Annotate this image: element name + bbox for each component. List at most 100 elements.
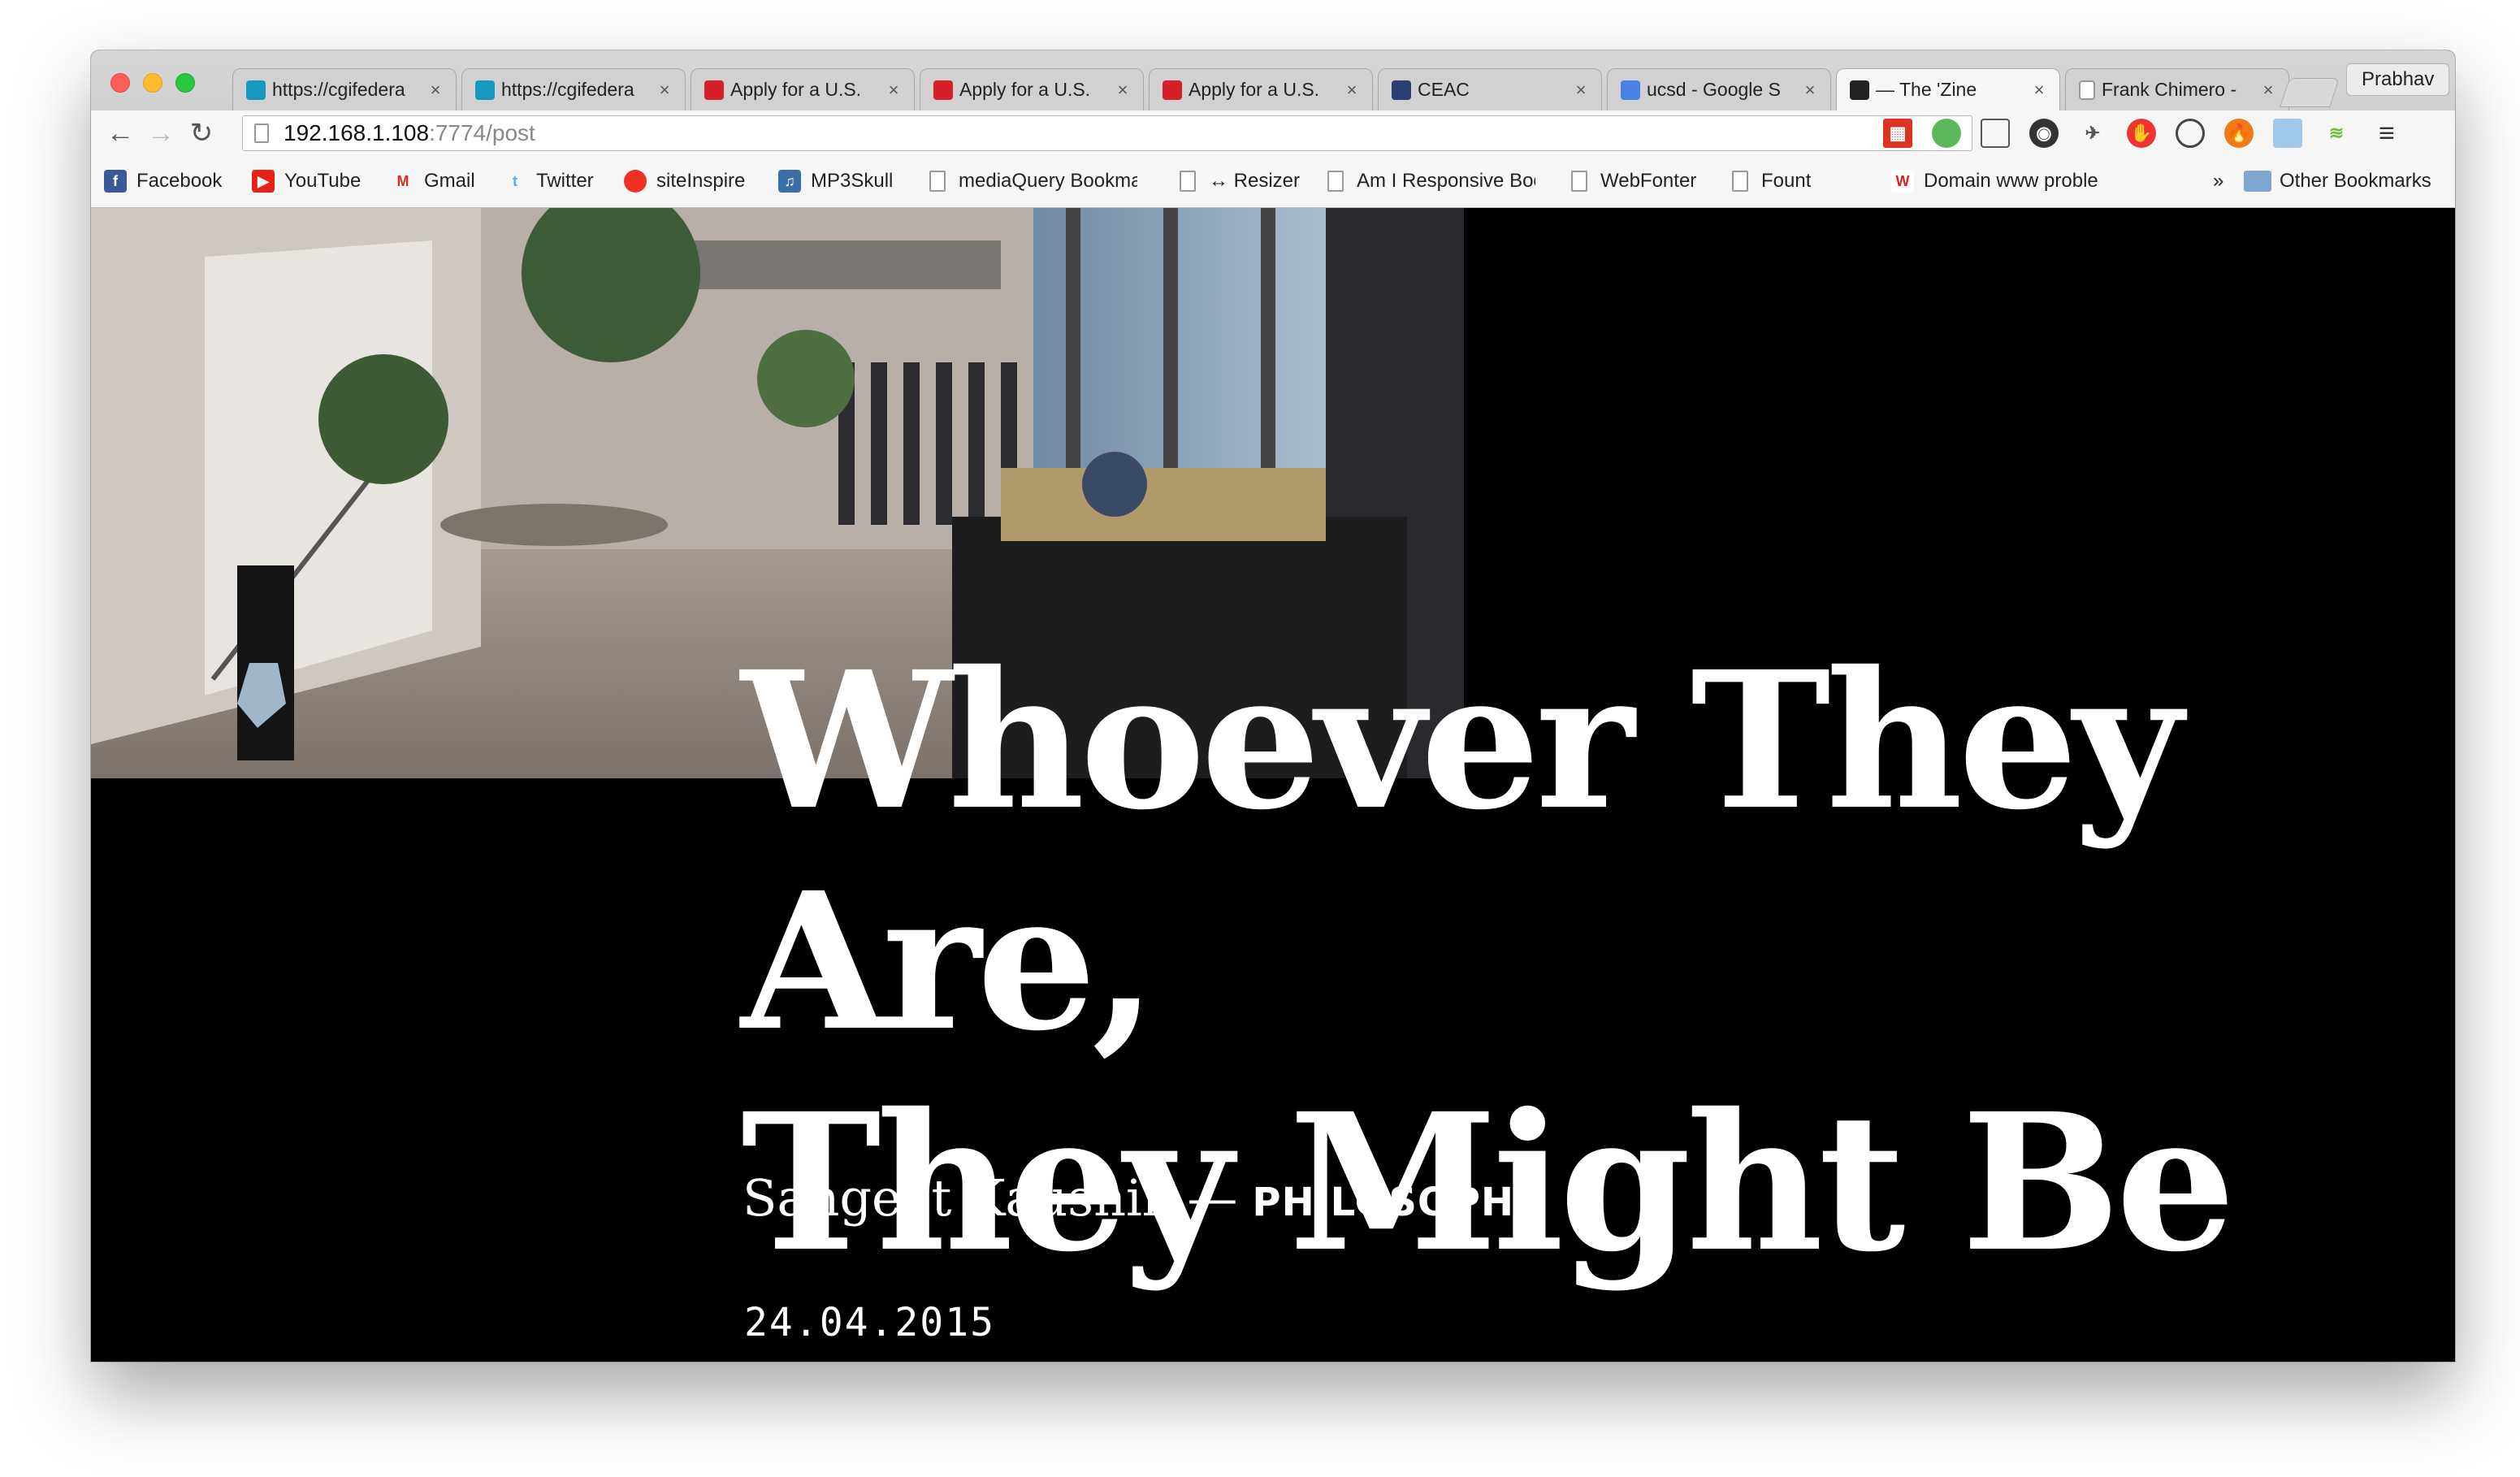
- state-seal-icon: [1392, 80, 1411, 100]
- folder-icon: [2244, 171, 2271, 192]
- zoom-window-button[interactable]: [175, 73, 195, 93]
- bookmark-item[interactable]: ↔ Resizer: [1180, 167, 1300, 195]
- bookmark-item[interactable]: t Twitter: [504, 167, 594, 195]
- browser-tab[interactable]: Apply for a U.S. ×: [691, 68, 915, 110]
- sync-extension-icon[interactable]: [2176, 119, 2205, 148]
- bookmark-item[interactable]: M Gmail: [392, 167, 475, 195]
- bookmarks-bar: f Facebook ▶ YouTube M Gmail t Twitter siteInspi…: [91, 156, 2455, 208]
- browser-tab[interactable]: Frank Chimero - ×: [2065, 68, 2289, 110]
- browser-tab[interactable]: CEAC ×: [1378, 68, 1602, 110]
- post-date: 24.04.2015: [744, 1300, 995, 1345]
- tab-close-icon[interactable]: ×: [2259, 80, 2277, 101]
- bookmark-item[interactable]: f Facebook: [104, 167, 222, 195]
- browser-tab[interactable]: https://cgifedera ×: [232, 68, 457, 110]
- bookmark-item[interactable]: ♫ MP3Skull: [778, 167, 893, 195]
- forward-arrow-icon[interactable]: →: [145, 117, 177, 149]
- tab-close-icon[interactable]: ×: [656, 80, 673, 101]
- tab-close-icon[interactable]: ×: [1801, 80, 1819, 101]
- extension-red-grid-icon[interactable]: ▦: [1883, 119, 1912, 148]
- bookmark-label: WebFonter: [1600, 170, 1697, 192]
- bird-extension-icon[interactable]: ✈: [2078, 119, 2107, 148]
- tab-title: Apply for a U.S.: [1189, 79, 1320, 100]
- cast-icon[interactable]: [1981, 119, 2010, 148]
- bookmark-label: Facebook: [136, 170, 223, 192]
- browser-tab[interactable]: ucsd - Google S ×: [1607, 68, 1831, 110]
- bookmark-label: ↔ Resizer: [1209, 170, 1301, 192]
- gmail-icon: M: [396, 172, 409, 189]
- evernote-icon[interactable]: [1932, 119, 1961, 148]
- bookmark-label: Am I Responsive Boo: [1357, 170, 1535, 192]
- youtube-icon: ▶: [252, 170, 275, 193]
- mp3skull-icon: ♫: [778, 170, 801, 193]
- back-arrow-icon[interactable]: ←: [104, 117, 136, 149]
- new-tab-button[interactable]: [2280, 78, 2340, 107]
- tab-title: https://cgifedera: [501, 79, 634, 100]
- tab-title: Frank Chimero -: [2102, 79, 2237, 100]
- cloud-extension-icon[interactable]: [2273, 119, 2302, 148]
- page-icon: [1180, 171, 1196, 192]
- tab-title: — The 'Zine: [1876, 79, 1977, 100]
- bookmark-label: Gmail: [424, 170, 475, 192]
- tab-close-icon[interactable]: ×: [426, 80, 444, 101]
- adblock-icon[interactable]: ✋: [2127, 119, 2156, 148]
- category-link[interactable]: PHILOSOPHY: [1252, 1180, 1543, 1225]
- url-path: :7774/post: [429, 120, 535, 145]
- tab-close-icon[interactable]: ×: [1343, 80, 1361, 101]
- post-page: Whoever They Are, They Might Be Sangeet …: [91, 208, 2455, 1362]
- other-bookmarks-folder[interactable]: Other Bookmarks: [2244, 167, 2431, 195]
- audio-wave-icon[interactable]: ≋: [2322, 119, 2351, 148]
- other-bookmarks-label: Other Bookmarks: [2280, 170, 2431, 192]
- browser-tab[interactable]: Apply for a U.S. ×: [920, 68, 1144, 110]
- tab-close-icon[interactable]: ×: [2030, 80, 2048, 101]
- bookmarks-overflow-chevron[interactable]: »: [2213, 167, 2223, 195]
- browser-tab[interactable]: Apply for a U.S. ×: [1149, 68, 1373, 110]
- page-icon: [1732, 171, 1748, 192]
- tab-strip: https://cgifedera × https://cgifedera × Appl…: [91, 50, 2455, 110]
- bookmark-item[interactable]: WebFonter: [1571, 167, 1696, 195]
- facebook-icon: f: [104, 170, 127, 193]
- url-host: 192.168.1.108: [284, 120, 430, 145]
- menu-icon[interactable]: ≡: [2372, 118, 2401, 149]
- cgi-logo-icon: [1163, 80, 1182, 100]
- siteinspire-icon: [624, 170, 647, 193]
- bookmark-item[interactable]: Fount: [1732, 167, 1811, 195]
- tab-close-icon[interactable]: ×: [1572, 80, 1590, 101]
- bookmark-label: Domain www proble: [1924, 170, 2098, 192]
- tab-title: Apply for a U.S.: [959, 79, 1091, 100]
- google-icon: [1621, 80, 1640, 100]
- tab-close-icon[interactable]: ×: [1114, 80, 1132, 101]
- browser-tab[interactable]: https://cgifedera ×: [461, 68, 686, 110]
- cgi-logo-icon: [704, 80, 724, 100]
- tab-title: CEAC: [1418, 79, 1470, 100]
- tab-close-icon[interactable]: ×: [885, 80, 903, 101]
- bookmark-item[interactable]: Am I Responsive Boo: [1327, 167, 1535, 195]
- profile-button[interactable]: Prabhav: [2346, 63, 2450, 96]
- toolbar: ← → ↻ 192.168.1.108:7774/post ☆ ▦ ◉ ✈ ✋ …: [91, 110, 2455, 156]
- author-link[interactable]: Sangeet Kaushik: [743, 1168, 1172, 1228]
- bookmark-item[interactable]: W Domain www proble: [1891, 167, 2127, 195]
- address-bar[interactable]: 192.168.1.108:7774/post ☆: [242, 115, 1972, 151]
- page-icon: [929, 171, 946, 192]
- salesforce-cloud-icon: [475, 80, 495, 100]
- byline: Sangeet Kaushik — PHILOSOPHY: [743, 1168, 1544, 1228]
- reload-icon[interactable]: ↻: [185, 117, 218, 149]
- zine-logo-icon: [1850, 80, 1869, 100]
- bookmark-label: siteInspire: [656, 170, 746, 192]
- byline-separator: —: [1187, 1168, 1238, 1228]
- bookmark-item[interactable]: mediaQuery Bookma: [929, 167, 1137, 195]
- close-window-button[interactable]: [110, 73, 130, 93]
- twitter-icon: t: [513, 172, 517, 189]
- fire-extension-icon[interactable]: 🔥: [2224, 119, 2254, 148]
- w-icon: W: [1891, 170, 1914, 193]
- browser-window: https://cgifedera × https://cgifedera × Appl…: [91, 50, 2455, 1362]
- bookmark-item[interactable]: siteInspire: [624, 167, 745, 195]
- post-title-line-1: Whoever They Are,: [741, 630, 2183, 1072]
- tab-title: ucsd - Google S: [1647, 79, 1781, 100]
- minimize-window-button[interactable]: [143, 73, 162, 93]
- browser-tab[interactable]: — The 'Zine ×: [1836, 68, 2060, 110]
- tab-title: https://cgifedera: [272, 79, 405, 100]
- bookmark-label: Fount: [1761, 170, 1812, 192]
- bookmark-item[interactable]: ▶ YouTube: [252, 167, 361, 195]
- camera-extension-icon[interactable]: ◉: [2029, 119, 2059, 148]
- bookmark-label: Twitter: [536, 170, 594, 192]
